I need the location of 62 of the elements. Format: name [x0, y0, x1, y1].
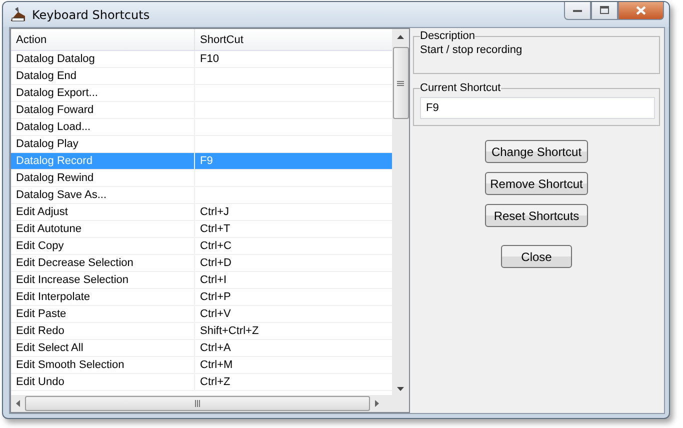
action-button[interactable]: Remove Shortcut [485, 172, 588, 195]
table-cell: Datalog Record [11, 153, 195, 169]
table-cell-text: Ctrl+V [199, 307, 232, 322]
table-cell: Edit Select All [11, 340, 195, 356]
table-cell-text: F9 [199, 154, 214, 169]
table-cell: Datalog Export... [11, 85, 195, 101]
table-row[interactable]: Edit Autotune Ctrl+T [11, 221, 392, 238]
table-cell: Datalog Load... [11, 119, 195, 135]
table-cell: Edit Undo [11, 374, 195, 390]
table-cell: Edit Adjust [11, 204, 195, 220]
table-cell-text: Ctrl+M [199, 358, 234, 373]
action-button[interactable]: Reset Shortcuts [485, 204, 588, 227]
table-cell: Edit Copy [11, 238, 195, 254]
table-cell-text: Ctrl+J [199, 205, 230, 220]
table-cell-text: Ctrl+I [199, 273, 228, 288]
table-row[interactable]: Edit Increase Selection Ctrl+I [11, 272, 392, 289]
table-row[interactable]: Datalog Datalog F10 [11, 51, 392, 68]
column-header[interactable]: Action [11, 29, 195, 50]
table-cell: Datalog Datalog [11, 51, 195, 67]
table-cell: Edit Smooth Selection [11, 357, 195, 373]
group-label: Current Shortcut [420, 82, 501, 94]
table-row[interactable]: Edit Select All Ctrl+A [11, 340, 392, 357]
table-row[interactable]: Edit Decrease Selection Ctrl+D [11, 255, 392, 272]
table-row[interactable]: Datalog Rewind [11, 170, 392, 187]
table-cell: Edit Paste [11, 306, 195, 322]
table-row[interactable]: Edit Redo Shift+Ctrl+Z [11, 323, 392, 340]
table-row[interactable]: Edit Adjust Ctrl+J [11, 204, 392, 221]
table-cell-text: Ctrl+C [199, 239, 232, 254]
group-label: Description [420, 30, 476, 42]
table-cell-text: F10 [199, 52, 220, 67]
table-cell-text: Ctrl+P [199, 290, 232, 305]
description-text: Start / stop recording [420, 44, 524, 56]
table-cell: Datalog Foward [11, 102, 195, 118]
table-row[interactable]: Edit Paste Ctrl+V [11, 306, 392, 323]
table-row[interactable]: Datalog End [11, 68, 392, 85]
table-cell: Edit Interpolate [11, 289, 195, 305]
window-title: Keyboard Shortcuts [32, 8, 150, 22]
shortcut-field[interactable]: F9 [420, 97, 655, 119]
table-cell: Datalog End [11, 68, 195, 84]
table-cell: Edit Increase Selection [11, 272, 195, 288]
table-row[interactable]: Datalog Export... [11, 85, 392, 102]
table-cell-text: Ctrl+A [199, 341, 232, 356]
table-row[interactable]: Edit Undo Ctrl+Z [11, 374, 392, 391]
table-row[interactable]: Edit Smooth Selection Ctrl+M [11, 357, 392, 374]
table-row[interactable]: Edit Interpolate Ctrl+P [11, 289, 392, 306]
table-cell: Edit Decrease Selection [11, 255, 195, 271]
table-cell-text: Ctrl+T [199, 222, 232, 237]
table-cell: Datalog Play [11, 136, 195, 152]
table-row[interactable]: Datalog Load... [11, 119, 392, 136]
action-button[interactable]: Change Shortcut [485, 140, 588, 163]
table-cell-text: Ctrl+Z [199, 375, 232, 390]
table-row[interactable]: Datalog Save As... [11, 187, 392, 204]
table-cell: Datalog Save As... [11, 187, 195, 203]
table-cell: Datalog Rewind [11, 170, 195, 186]
table-row[interactable]: Edit Copy Ctrl+C [11, 238, 392, 255]
table-cell-text: Shift+Ctrl+Z [199, 324, 260, 339]
table-cell: Edit Autotune [11, 221, 195, 237]
table-cell: Edit Redo [11, 323, 195, 339]
table-cell-text: Ctrl+D [199, 256, 232, 271]
table-row[interactable]: Datalog Foward [11, 102, 392, 119]
column-header[interactable]: ShortCut [195, 29, 392, 50]
close-dialog-button[interactable]: Close [501, 245, 572, 268]
